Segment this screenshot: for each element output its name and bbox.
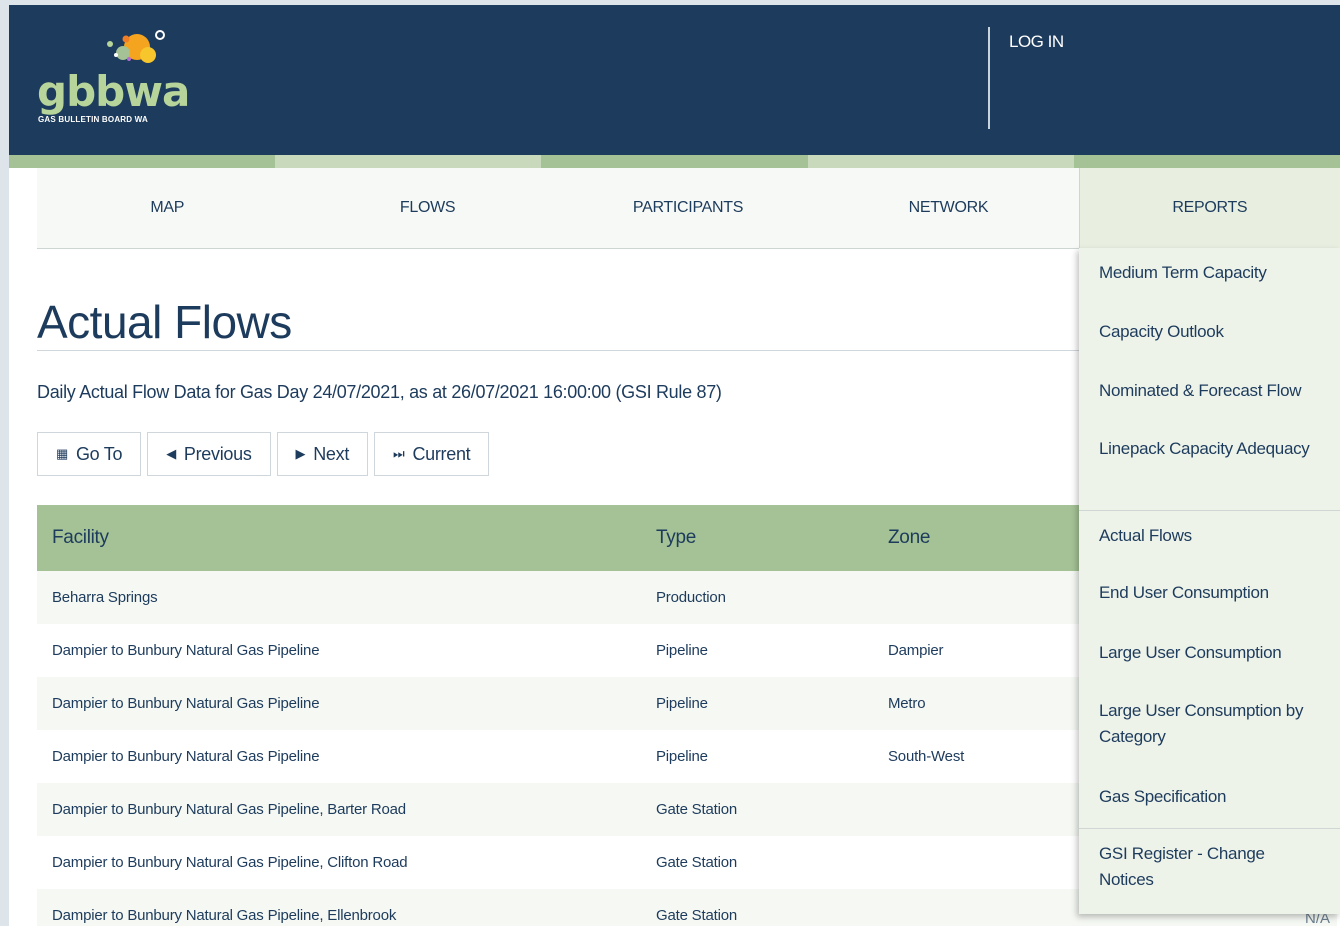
calendar-icon: ▦: [56, 446, 68, 461]
gbbwa-logo[interactable]: gbbwa GAS BULLETIN BOARD WA: [37, 25, 217, 135]
menu-item-nominated-forecast-flow[interactable]: Nominated & Forecast Flow: [1079, 366, 1340, 424]
previous-label: Previous: [183, 443, 252, 464]
triangle-left-icon: ◀: [166, 446, 176, 461]
cell-type: Pipeline: [656, 748, 708, 765]
menu-item-actual-flows[interactable]: Actual Flows: [1079, 510, 1340, 568]
fast-forward-icon: ⏭: [393, 446, 405, 461]
menu-item-end-user-consumption[interactable]: End User Consumption: [1079, 568, 1340, 628]
cell-zone: Metro: [888, 695, 926, 712]
cell-type: Pipeline: [656, 695, 708, 712]
logo-bubbles-icon: [107, 30, 165, 63]
menu-item-large-user-consumption-by-category[interactable]: Large User Consumption by Category: [1079, 686, 1340, 772]
goto-button[interactable]: ▦ Go To: [37, 432, 142, 476]
menu-item-medium-term-capacity[interactable]: Medium Term Capacity: [1079, 248, 1340, 307]
menu-item-gsi-register-change-notices[interactable]: GSI Register - Change Notices: [1079, 828, 1340, 914]
cell-facility: Dampier to Bunbury Natural Gas Pipeline: [52, 748, 320, 765]
nav-item-participants[interactable]: PARTICIPANTS: [558, 168, 818, 248]
main-nav: MAP FLOWS PARTICIPANTS NETWORK REPORTS: [37, 168, 1340, 249]
cell-facility: Dampier to Bunbury Natural Gas Pipeline,…: [52, 801, 406, 818]
logo-text: gbbwa: [37, 67, 190, 116]
login-link[interactable]: LOG IN: [1009, 32, 1064, 52]
page-subtitle: Daily Actual Flow Data for Gas Day 24/07…: [37, 382, 722, 402]
cell-type: Pipeline: [656, 642, 708, 659]
cell-zone: South-West: [888, 748, 965, 765]
cell-type: Production: [656, 589, 726, 606]
reports-dropdown-menu: Medium Term Capacity Capacity Outlook No…: [1079, 248, 1340, 914]
date-navigation: ▦ Go To ◀ Previous ▶ Next ⏭ Current: [37, 432, 490, 476]
cell-type: Gate Station: [656, 907, 737, 924]
cell-facility: Dampier to Bunbury Natural Gas Pipeline: [52, 642, 320, 659]
nav-item-reports[interactable]: REPORTS: [1078, 168, 1340, 248]
header-divider: [988, 27, 990, 129]
next-button[interactable]: ▶ Next: [276, 432, 369, 476]
color-strip: [9, 155, 1340, 168]
nav-item-network[interactable]: NETWORK: [818, 168, 1078, 248]
nav-item-flows[interactable]: FLOWS: [297, 168, 557, 248]
site-header: gbbwa GAS BULLETIN BOARD WA LOG IN: [9, 5, 1340, 155]
nav-item-map[interactable]: MAP: [37, 168, 297, 248]
cell-type: Gate Station: [656, 801, 737, 818]
column-header-facility[interactable]: Facility: [37, 527, 656, 549]
cell-facility: Dampier to Bunbury Natural Gas Pipeline: [52, 695, 320, 712]
next-label: Next: [313, 443, 350, 464]
triangle-right-icon: ▶: [295, 446, 306, 461]
current-label: Current: [412, 443, 471, 464]
column-header-zone[interactable]: Zone: [888, 527, 1068, 549]
cell-facility: Beharra Springs: [52, 589, 158, 606]
column-header-type[interactable]: Type: [656, 527, 888, 549]
current-button[interactable]: ⏭ Current: [374, 432, 490, 476]
goto-label: Go To: [75, 443, 123, 464]
menu-item-gas-specification[interactable]: Gas Specification: [1079, 772, 1340, 828]
title-divider: [37, 350, 1082, 351]
menu-item-capacity-outlook[interactable]: Capacity Outlook: [1079, 307, 1340, 366]
menu-item-linepack-capacity-adequacy[interactable]: Linepack Capacity Adequacy: [1079, 424, 1340, 510]
cell-facility: Dampier to Bunbury Natural Gas Pipeline,…: [52, 854, 408, 871]
logo-subtitle: GAS BULLETIN BOARD WA: [38, 115, 148, 124]
cell-facility: Dampier to Bunbury Natural Gas Pipeline,…: [52, 907, 397, 924]
page: gbbwa GAS BULLETIN BOARD WA LOG IN MAP F…: [9, 5, 1340, 926]
cell-zone: Dampier: [888, 642, 944, 659]
menu-item-large-user-consumption[interactable]: Large User Consumption: [1079, 628, 1340, 686]
previous-button[interactable]: ◀ Previous: [147, 432, 271, 476]
page-title: Actual Flows: [37, 296, 292, 348]
cell-type: Gate Station: [656, 854, 737, 871]
